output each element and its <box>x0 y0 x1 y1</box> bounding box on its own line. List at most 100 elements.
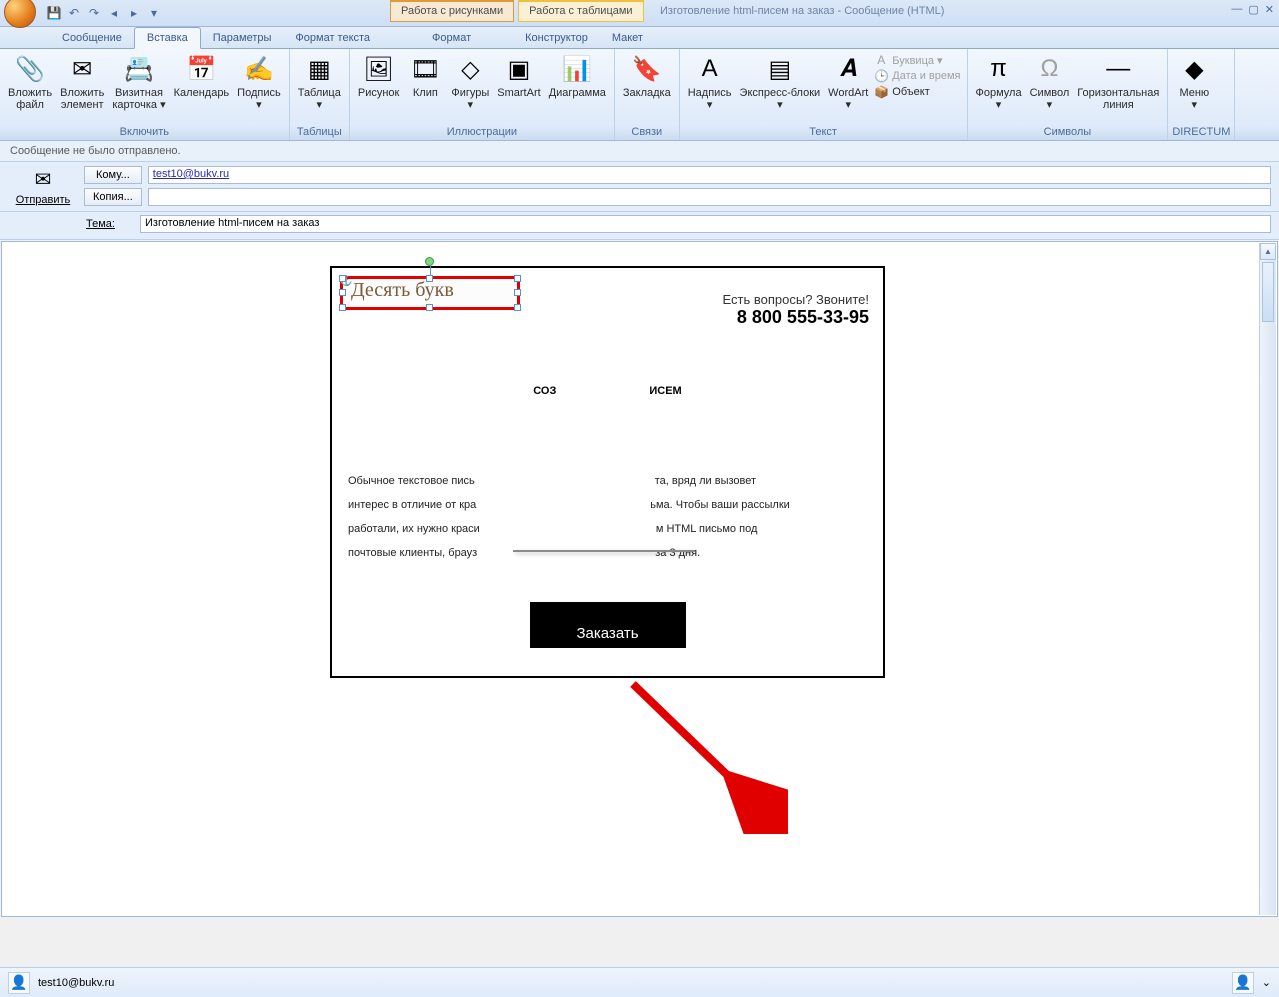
to-button[interactable]: Кому... <box>84 166 142 184</box>
wordart-button[interactable]: 𝑨WordArt▾ <box>824 51 872 113</box>
email-canvas: ⚓ Десять букв Есть вопросы? Звоните! 8 8… <box>330 266 885 678</box>
directum-menu-button[interactable]: ◆Меню▾ <box>1172 51 1216 113</box>
envelope-icon: ✉ <box>35 167 52 192</box>
button-label: Горизонтальнаялиния <box>1077 87 1159 111</box>
tab-insert[interactable]: Вставка <box>134 27 201 49</box>
shapes-button[interactable]: ◇Фигуры▾ <box>447 51 493 113</box>
dropcap-button: AБуквица ▾ <box>874 53 960 67</box>
annotation-arrow <box>618 674 788 834</box>
cc-input[interactable] <box>148 188 1271 206</box>
status-bar: 👤 test10@bukv.ru 👤 ⌄ <box>0 967 1279 997</box>
maximize-icon[interactable]: ▢ <box>1248 3 1258 16</box>
undo-icon[interactable]: ↶ <box>66 5 82 21</box>
presence-icon: 👤 <box>8 972 30 994</box>
textbox-button[interactable]: AНадпись▾ <box>684 51 736 113</box>
button-label: Диаграмма <box>549 87 606 99</box>
button-label: Меню▾ <box>1179 87 1209 111</box>
quick-access-toolbar: 💾 ↶ ↷ ◂ ▸ ▾ <box>46 5 162 21</box>
next-icon[interactable]: ▸ <box>126 5 142 21</box>
ribbon-group: AНадпись▾▤Экспресс-блоки▾𝑨WordArt▾AБукви… <box>680 49 968 140</box>
send-button[interactable]: ✉ Отправить <box>8 166 78 207</box>
button-label: Подпись▾ <box>237 87 281 111</box>
chart-icon: 📊 <box>561 53 593 85</box>
shapes-icon: ◇ <box>454 53 486 85</box>
button-label: Визитнаякарточка ▾ <box>112 87 165 111</box>
scroll-thumb[interactable] <box>1262 262 1274 322</box>
button-label: Календарь <box>174 87 230 99</box>
business-card-icon: 📇 <box>123 53 155 85</box>
office-button[interactable] <box>4 0 36 28</box>
hr-icon: — <box>1102 53 1134 85</box>
symbol-button[interactable]: ΩСимвол▾ <box>1026 51 1074 113</box>
resize-handle[interactable] <box>514 275 521 282</box>
calendar-button[interactable]: 📅Календарь <box>170 51 234 101</box>
resize-handle[interactable] <box>514 289 521 296</box>
object-button[interactable]: 📦Объект <box>874 85 960 99</box>
send-notice: Сообщение не было отправлено. <box>0 141 1279 162</box>
vertical-scrollbar[interactable]: ▲ <box>1259 243 1276 915</box>
cc-button[interactable]: Копия... <box>84 188 142 206</box>
picture-button[interactable]: 🖼Рисунок <box>354 51 404 101</box>
business-card-button[interactable]: 📇Визитнаякарточка ▾ <box>108 51 169 113</box>
status-user: test10@bukv.ru <box>38 977 114 989</box>
tab-format-text[interactable]: Формат текста <box>283 28 382 48</box>
group-label: Связи <box>619 125 675 140</box>
subject-input[interactable]: Изготовление html-писем на заказ <box>140 215 1271 233</box>
resize-handle[interactable] <box>339 275 346 282</box>
group-label: DIRECTUM <box>1172 125 1230 140</box>
message-header: ✉ Отправить Кому... Копия... test10@bukv… <box>0 162 1279 212</box>
signature-button[interactable]: ✍Подпись▾ <box>233 51 285 113</box>
tab-layout[interactable]: Макет <box>600 28 655 48</box>
button-label: Экспресс-блоки▾ <box>740 87 821 111</box>
directum-menu-icon: ◆ <box>1178 53 1210 85</box>
resize-handle[interactable] <box>339 289 346 296</box>
to-input[interactable]: test10@bukv.ru <box>148 166 1271 184</box>
document-title: Изготовление html-писем на заказ - Сообщ… <box>660 5 944 17</box>
attach-file-icon: 📎 <box>14 53 46 85</box>
qat-dropdown-icon[interactable]: ▾ <box>146 5 162 21</box>
hr-button[interactable]: —Горизонтальнаялиния <box>1073 51 1163 113</box>
equation-button[interactable]: πФормула▾ <box>972 51 1026 113</box>
redo-icon[interactable]: ↷ <box>86 5 102 21</box>
message-body-editor[interactable]: ⚓ Десять букв Есть вопросы? Звоните! 8 8… <box>1 241 1278 917</box>
tab-constructor[interactable]: Конструктор <box>513 28 600 48</box>
context-menu <box>513 550 695 552</box>
title-bar: 💾 ↶ ↷ ◂ ▸ ▾ Работа с рисунками Работа с … <box>0 0 1279 27</box>
selected-image-logo[interactable]: ⚓ Десять букв <box>340 276 520 310</box>
picture-icon: 🖼 <box>363 53 395 85</box>
ribbon-group: 🔖Закладка Связи <box>615 49 680 140</box>
small-label: Объект <box>892 86 929 98</box>
save-icon[interactable]: 💾 <box>46 5 62 21</box>
clip-button[interactable]: 🎞Клип <box>403 51 447 101</box>
context-tab-picture-tools[interactable]: Работа с рисунками <box>390 0 514 22</box>
tab-format[interactable]: Формат <box>420 28 483 48</box>
presence-icon[interactable]: 👤 <box>1232 972 1254 994</box>
chart-button[interactable]: 📊 Диаграмма <box>545 51 610 101</box>
scroll-up-icon[interactable]: ▲ <box>1260 243 1276 260</box>
equation-icon: π <box>983 53 1015 85</box>
resize-handle[interactable] <box>426 275 433 282</box>
tab-options[interactable]: Параметры <box>201 28 284 48</box>
minimize-icon[interactable]: — <box>1231 3 1242 16</box>
close-icon[interactable]: ✕ <box>1265 3 1274 16</box>
expand-icon[interactable]: ⌄ <box>1262 976 1271 989</box>
group-label: Иллюстрации <box>354 125 610 140</box>
ribbon-group: 📎Вложитьфайл✉Вложитьэлемент📇Визитнаякарт… <box>0 49 290 140</box>
ribbon-group: ◆Меню▾ DIRECTUM <box>1168 49 1235 140</box>
table-button[interactable]: ▦Таблица▾ <box>294 51 345 113</box>
tab-message[interactable]: Сообщение <box>50 28 134 48</box>
ribbon-group: ▦Таблица▾Таблицы <box>290 49 350 140</box>
smartart-button[interactable]: ▣SmartArt <box>493 51 544 101</box>
resize-handle[interactable] <box>339 304 346 311</box>
context-tab-table-tools[interactable]: Работа с таблицами <box>518 0 643 22</box>
clip-icon: 🎞 <box>409 53 441 85</box>
quickparts-button[interactable]: ▤Экспресс-блоки▾ <box>736 51 825 113</box>
prev-icon[interactable]: ◂ <box>106 5 122 21</box>
cta-button[interactable]: Заказать <box>530 602 686 648</box>
bookmark-button[interactable]: 🔖Закладка <box>619 51 675 101</box>
attach-item-button[interactable]: ✉Вложитьэлемент <box>56 51 108 113</box>
resize-handle[interactable] <box>514 304 521 311</box>
group-label: Текст <box>684 125 963 140</box>
attach-file-button[interactable]: 📎Вложитьфайл <box>4 51 56 113</box>
resize-handle[interactable] <box>426 304 433 311</box>
